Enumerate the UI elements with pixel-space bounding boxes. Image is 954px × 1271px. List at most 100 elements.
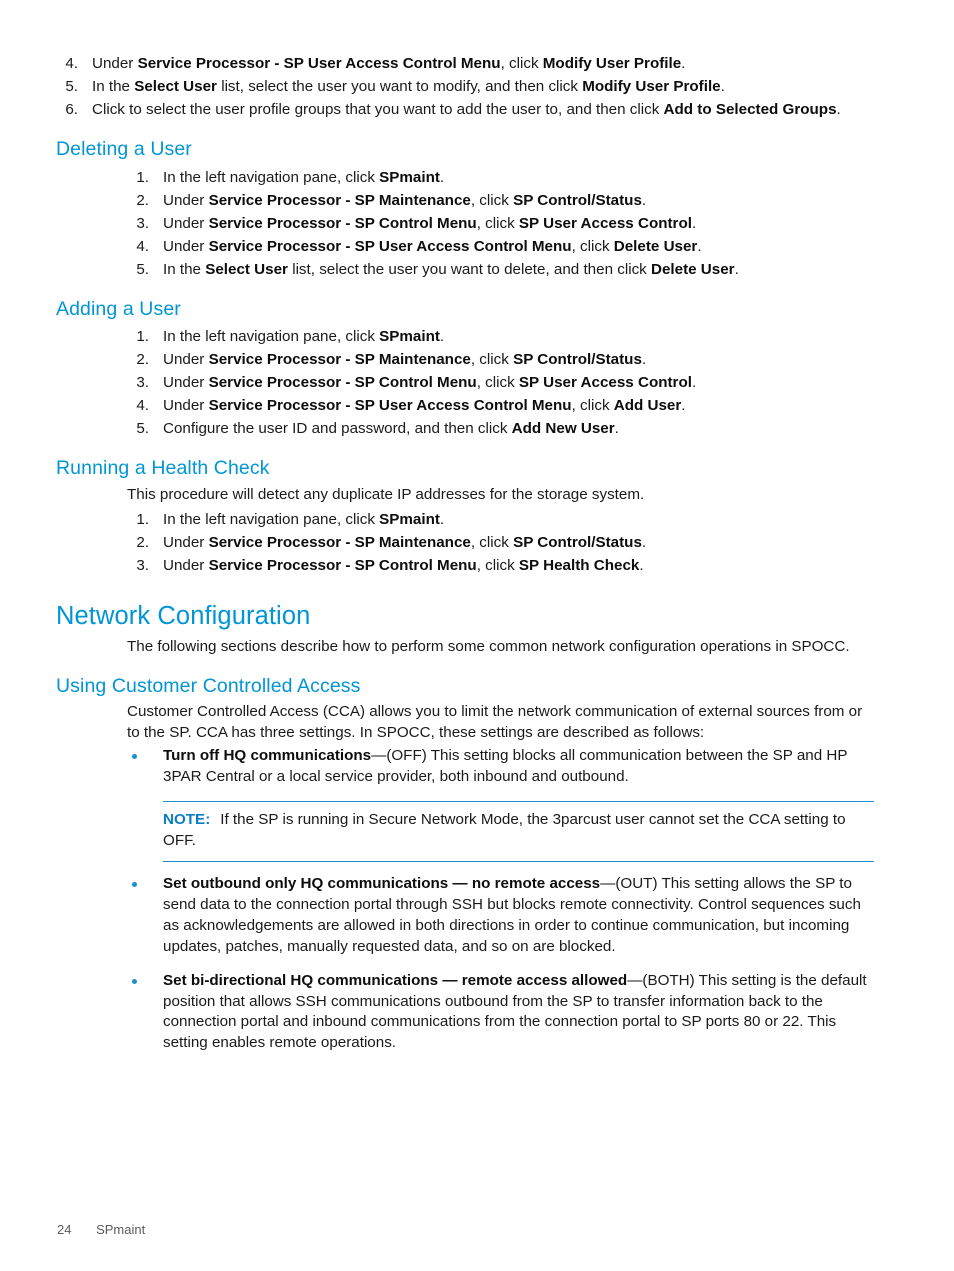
ui-term: SP Health Check bbox=[518, 556, 640, 574]
ui-term: Set outbound only HQ communications — no… bbox=[163, 875, 601, 893]
ui-term: Service Processor - SP User Access Contr… bbox=[208, 237, 572, 255]
procedure-step: 5. In the Select User list, select the us… bbox=[127, 258, 874, 281]
step-number: 1. bbox=[136, 510, 149, 528]
ui-term: Select User bbox=[205, 260, 288, 278]
cca-settings-list: Turn off HQ communications—(OFF) This se… bbox=[127, 746, 874, 1054]
footer-chapter-name: SPmaint bbox=[96, 1222, 146, 1237]
procedure-step: 2. Under Service Processor - SP Maintenan… bbox=[127, 531, 874, 554]
procedure-step: 4. Under Service Processor - SP User Acce… bbox=[127, 235, 874, 258]
ui-term: SP Control/Status bbox=[513, 351, 642, 369]
bullet-icon bbox=[132, 754, 137, 760]
procedure-step-list: 1. In the left navigation pane, click SPm… bbox=[127, 508, 874, 577]
procedure-step-list: 1. In the left navigation pane, click SPm… bbox=[127, 325, 874, 440]
section-title-deleting-a-user: Deleting a User bbox=[56, 138, 192, 161]
cca-setting-item: Set outbound only HQ communications — no… bbox=[127, 874, 874, 958]
page-title-network-configuration: Network Configuration bbox=[56, 601, 311, 630]
step-number: 4. bbox=[136, 237, 149, 255]
ui-term: Select User bbox=[134, 78, 217, 96]
procedure-step: 2. Under Service Processor - SP Maintenan… bbox=[127, 189, 874, 212]
cca-setting-text: Turn off HQ communications—(OFF) This se… bbox=[163, 747, 848, 786]
procedure-step: 3. Under Service Processor - SP Control M… bbox=[127, 212, 874, 235]
ui-term: Modify User Profile bbox=[582, 78, 721, 96]
ui-term: Service Processor - SP Maintenance bbox=[208, 191, 471, 209]
page-footer: 24 SPmaint bbox=[57, 1222, 145, 1237]
step-number: 5. bbox=[136, 420, 149, 438]
ui-term: Service Processor - SP Maintenance bbox=[208, 533, 471, 551]
ui-term: Add New User bbox=[511, 420, 615, 438]
note-admonition: NOTE: If the SP is running in Secure Netw… bbox=[163, 801, 874, 863]
step-text: In the left navigation pane, click SPmai… bbox=[163, 168, 445, 186]
ui-term: SP User Access Control bbox=[518, 214, 692, 232]
step-number: 2. bbox=[136, 351, 149, 369]
step-number: 5. bbox=[136, 260, 149, 278]
step-number: 4. bbox=[136, 397, 149, 415]
network-configuration-intro-block: The following sections describe how to p… bbox=[127, 637, 874, 658]
step-text: In the left navigation pane, click SPmai… bbox=[163, 510, 445, 528]
section-body-deleting-a-user: 1. In the left navigation pane, click SPm… bbox=[127, 166, 874, 281]
procedure-step-list: 1. In the left navigation pane, click SPm… bbox=[127, 166, 874, 281]
section-title-running-a-health-check: Running a Health Check bbox=[56, 457, 270, 480]
step-number: 4. bbox=[65, 55, 78, 72]
ui-term: SPmaint bbox=[379, 510, 440, 528]
ui-term: Modify User Profile bbox=[542, 55, 682, 72]
step-text: Click to select the user profile groups … bbox=[92, 101, 841, 119]
ui-term: Service Processor - SP Control Menu bbox=[208, 556, 477, 574]
ui-term: Turn off HQ communications bbox=[163, 747, 372, 765]
ui-term: Service Processor - SP Control Menu bbox=[208, 214, 477, 232]
cca-setting-text: Set outbound only HQ communications — no… bbox=[163, 875, 861, 955]
ui-term: SP Control/Status bbox=[513, 533, 642, 551]
procedure-step: 3. Under Service Processor - SP Control M… bbox=[127, 371, 874, 394]
ui-term: Service Processor - SP User Access Contr… bbox=[208, 397, 572, 415]
ui-term: Service Processor - SP Maintenance bbox=[208, 351, 471, 369]
step-number: 1. bbox=[136, 328, 149, 346]
ui-term: Add to Selected Groups bbox=[663, 101, 837, 119]
footer-page-number: 24 bbox=[57, 1222, 72, 1237]
step-number: 3. bbox=[136, 214, 149, 232]
network-configuration-intro: The following sections describe how to p… bbox=[127, 638, 850, 656]
top-continued-steps: 4. Under Service Processor - SP User Acce… bbox=[56, 52, 874, 121]
document-page: 4. Under Service Processor - SP User Acce… bbox=[0, 0, 954, 1271]
step-text: Under Service Processor - SP Control Men… bbox=[163, 214, 697, 232]
step-number: 1. bbox=[136, 168, 149, 186]
procedure-step: 1. In the left navigation pane, click SPm… bbox=[127, 508, 874, 531]
ui-term: SPmaint bbox=[379, 168, 440, 186]
procedure-sections: Deleting a User 1. In the left navigation … bbox=[56, 138, 874, 577]
procedure-step: 6. Click to select the user profile group… bbox=[56, 98, 874, 121]
step-number: 5. bbox=[65, 78, 78, 96]
cca-body: Customer Controlled Access (CCA) allows … bbox=[127, 702, 874, 1054]
procedure-step: 4. Under Service Processor - SP User Acce… bbox=[127, 394, 874, 417]
step-text: Under Service Processor - SP User Access… bbox=[163, 397, 686, 415]
bullet-icon bbox=[132, 978, 137, 984]
note-label: NOTE: bbox=[163, 811, 211, 829]
ui-term: Service Processor - SP User Access Contr… bbox=[137, 55, 501, 72]
ui-term: Set bi-directional HQ communications — r… bbox=[163, 971, 628, 989]
step-text: Under Service Processor - SP User Access… bbox=[163, 237, 702, 255]
section-title-adding-a-user: Adding a User bbox=[56, 297, 181, 320]
note-text: NOTE: If the SP is running in Secure Netw… bbox=[163, 811, 846, 850]
section-title-using-customer-controlled-access: Using Customer Controlled Access bbox=[56, 675, 361, 698]
ui-term: Delete User bbox=[613, 237, 698, 255]
step-text: Under Service Processor - SP Control Men… bbox=[163, 556, 644, 574]
procedure-step: 5. Configure the user ID and password, an… bbox=[127, 417, 874, 440]
ui-term: Service Processor - SP Control Menu bbox=[208, 374, 477, 392]
step-text: Under Service Processor - SP Maintenance… bbox=[163, 533, 647, 551]
step-number: 3. bbox=[136, 556, 149, 574]
section-intro: This procedure will detect any duplicate… bbox=[127, 485, 645, 503]
bullet-icon bbox=[132, 882, 137, 888]
step-text: In the Select User list, select the user… bbox=[92, 78, 725, 96]
cca-setting-text: Set bi-directional HQ communications — r… bbox=[163, 971, 867, 1052]
step-text: In the Select User list, select the user… bbox=[163, 260, 739, 278]
procedure-step: 1. In the left navigation pane, click SPm… bbox=[127, 166, 874, 189]
section-body-running-a-health-check: This procedure will detect any duplicate… bbox=[127, 485, 874, 577]
procedure-step: 3. Under Service Processor - SP Control M… bbox=[127, 554, 874, 577]
step-number: 2. bbox=[136, 533, 149, 551]
step-text: Configure the user ID and password, and … bbox=[163, 420, 619, 438]
step-text: Under Service Processor - SP Maintenance… bbox=[163, 191, 647, 209]
cca-setting-item: Turn off HQ communications—(OFF) This se… bbox=[127, 746, 874, 788]
procedure-step: 5. In the Select User list, select the us… bbox=[56, 75, 874, 98]
cca-setting-item: Set bi-directional HQ communications — r… bbox=[127, 971, 874, 1055]
procedure-step: 4. Under Service Processor - SP User Acce… bbox=[56, 52, 874, 75]
ui-term: Add User bbox=[613, 397, 682, 415]
step-text: Under Service Processor - SP User Access… bbox=[92, 55, 686, 72]
step-text: Under Service Processor - SP Maintenance… bbox=[163, 351, 647, 369]
